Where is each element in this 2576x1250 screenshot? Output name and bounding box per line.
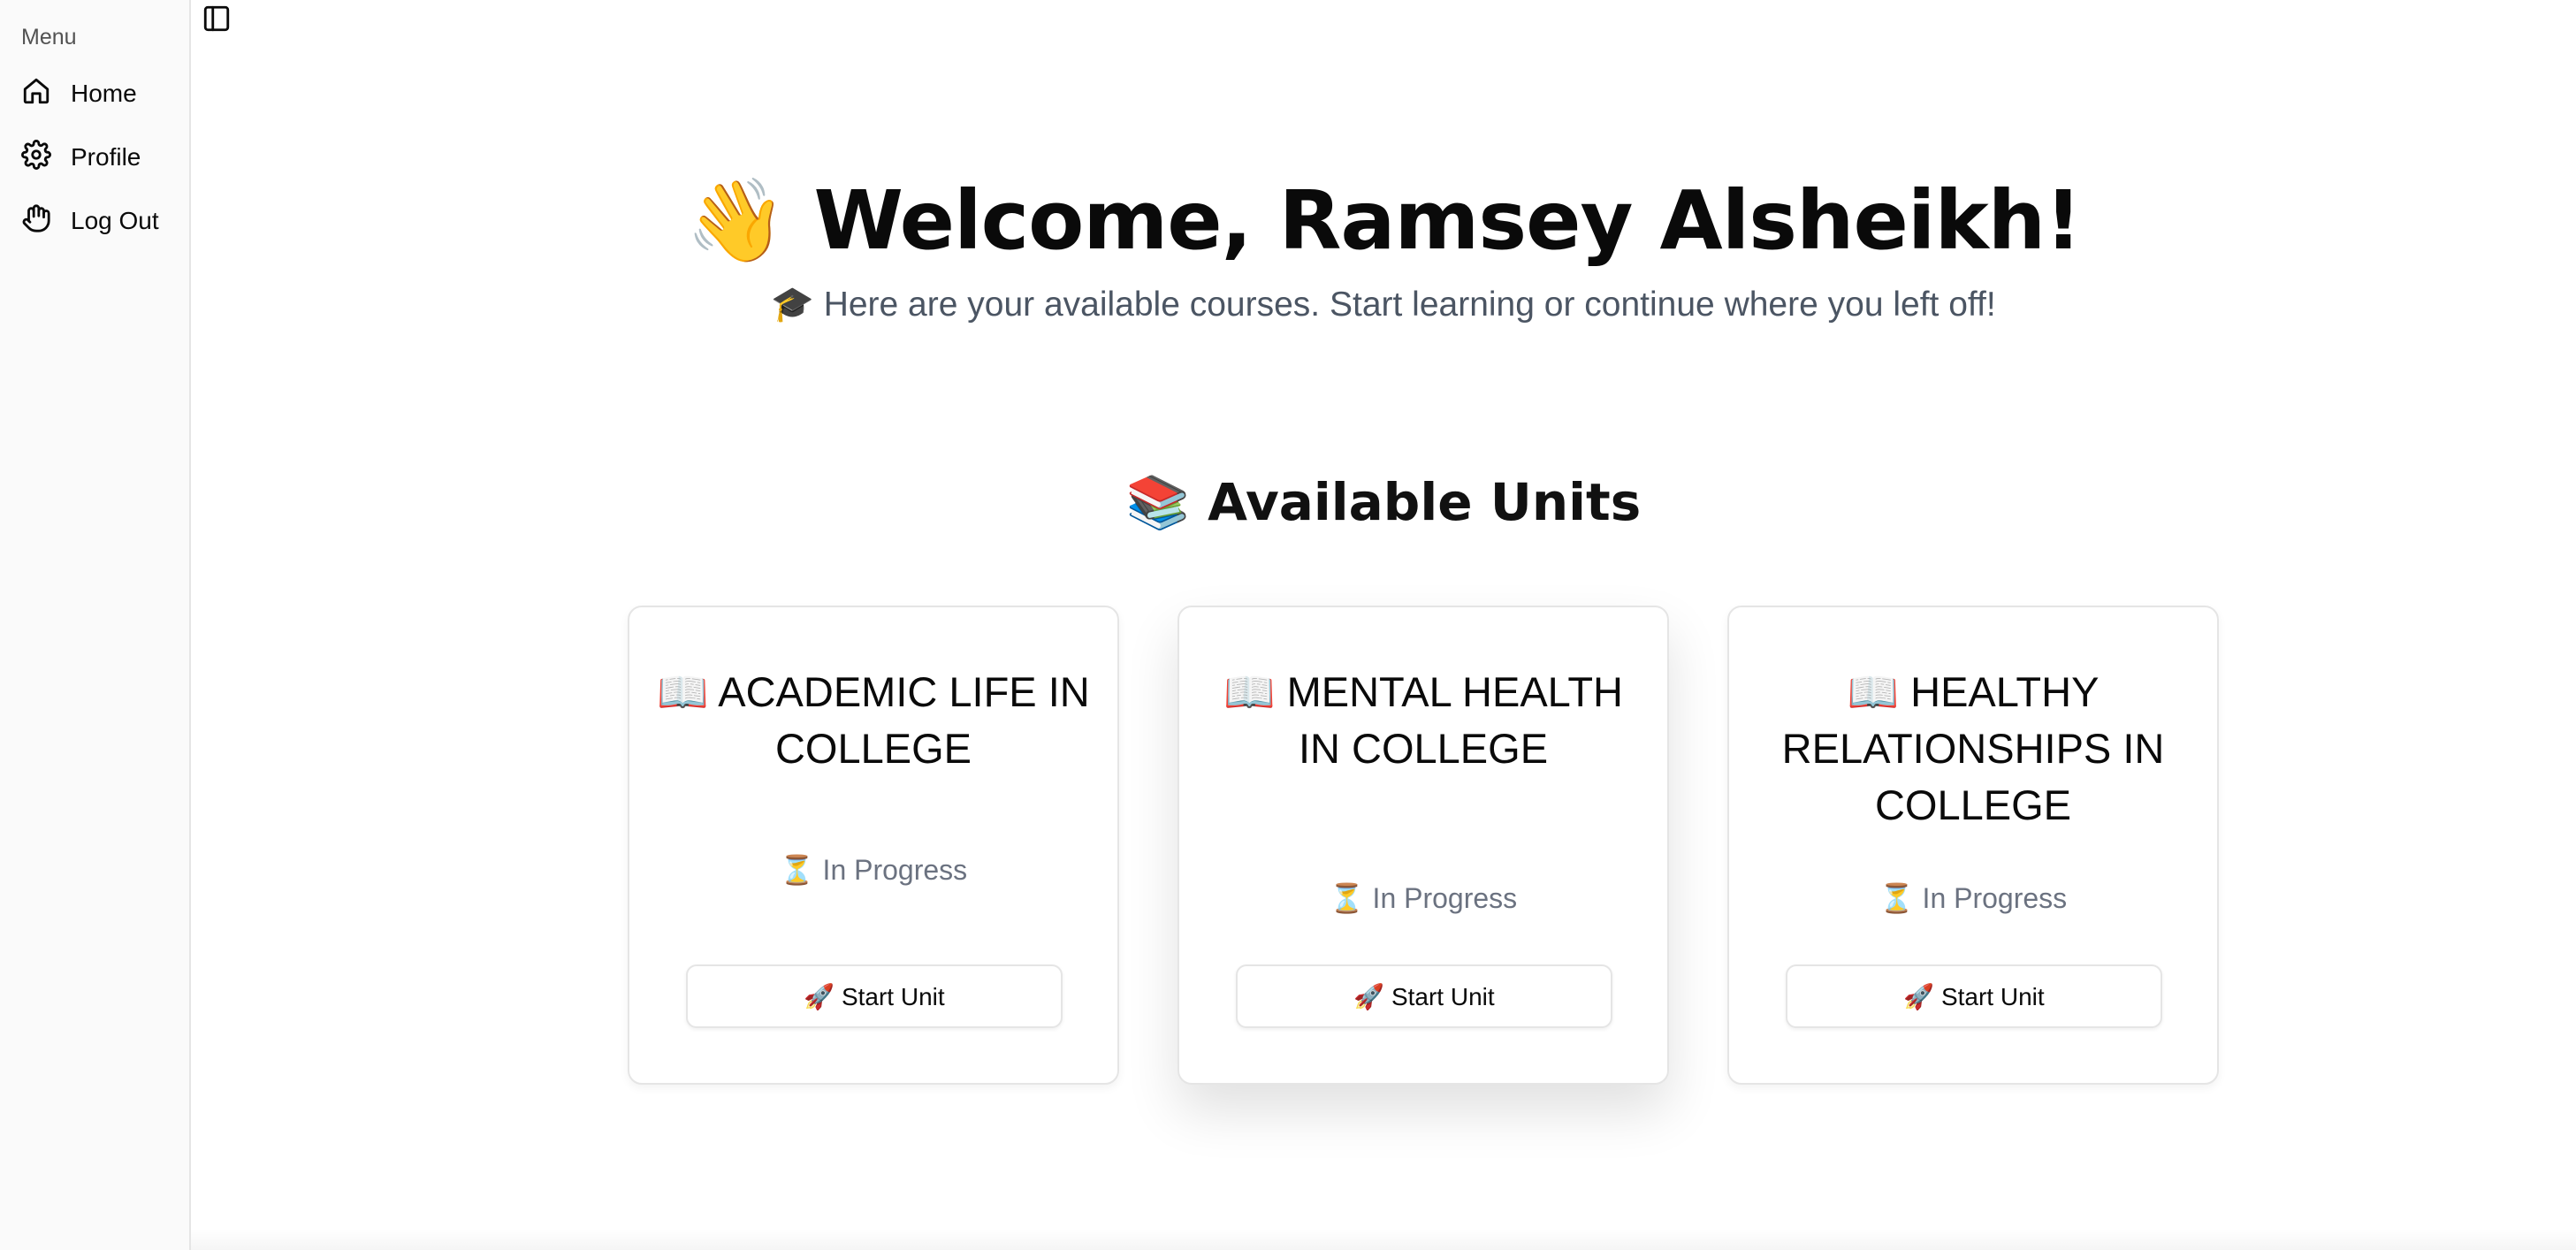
sidebar-item-home[interactable]: Home (21, 72, 177, 115)
unit-card-status: ⏳ In Progress (779, 854, 968, 886)
welcome-title: 👋 Welcome, Ramsey Alsheikh! (685, 173, 2082, 268)
unit-card-title: 📖 ACADEMIC LIFE IN COLLEGE (657, 668, 1090, 772)
welcome-subtitle: 🎓 Here are your available courses. Start… (771, 286, 1996, 324)
sidebar-item-label: Profile (71, 143, 141, 171)
bottom-shadow (191, 1229, 2576, 1250)
unit-card-title: 📖 HEALTHY RELATIONSHIPS IN COLLEGE (1781, 668, 2165, 828)
app-root: Menu Home Profile Log Out 👋 Welcome, Ram… (0, 0, 2576, 1250)
sidebar-item-profile[interactable]: Profile (21, 136, 177, 179)
unit-card: 📖 ACADEMIC LIFE IN COLLEGE ⏳ In Progress… (628, 606, 1119, 1085)
home-icon (21, 76, 51, 112)
unit-card-status: ⏳ In Progress (1329, 882, 1518, 914)
unit-card-status: ⏳ In Progress (1879, 882, 2068, 914)
unit-card: 📖 HEALTHY RELATIONSHIPS IN COLLEGE ⏳ In … (1727, 606, 2219, 1085)
sidebar-toggle-button[interactable] (202, 4, 232, 34)
welcome-section: 👋 Welcome, Ramsey Alsheikh! 🎓 Here are y… (191, 168, 2576, 327)
unit-card-title: 📖 MENTAL HEALTH IN COLLEGE (1223, 668, 1623, 772)
units-heading: 📚 Available Units (1125, 472, 1642, 532)
sidebar-menu-label: Menu (21, 25, 77, 50)
sidebar-item-label: Log Out (71, 207, 159, 234)
sidebar-item-label: Home (71, 80, 137, 107)
start-unit-button[interactable]: 🚀 Start Unit (686, 964, 1063, 1028)
gear-icon (21, 139, 51, 176)
unit-card: 📖 MENTAL HEALTH IN COLLEGE ⏳ In Progress… (1177, 606, 1669, 1085)
hand-icon (21, 203, 51, 240)
start-unit-button[interactable]: 🚀 Start Unit (1236, 964, 1612, 1028)
sidebar-item-logout[interactable]: Log Out (21, 200, 177, 242)
start-unit-button[interactable]: 🚀 Start Unit (1786, 964, 2162, 1028)
sidebar-toggle-icon (202, 5, 232, 37)
sidebar: Menu Home Profile Log Out (0, 0, 191, 1250)
